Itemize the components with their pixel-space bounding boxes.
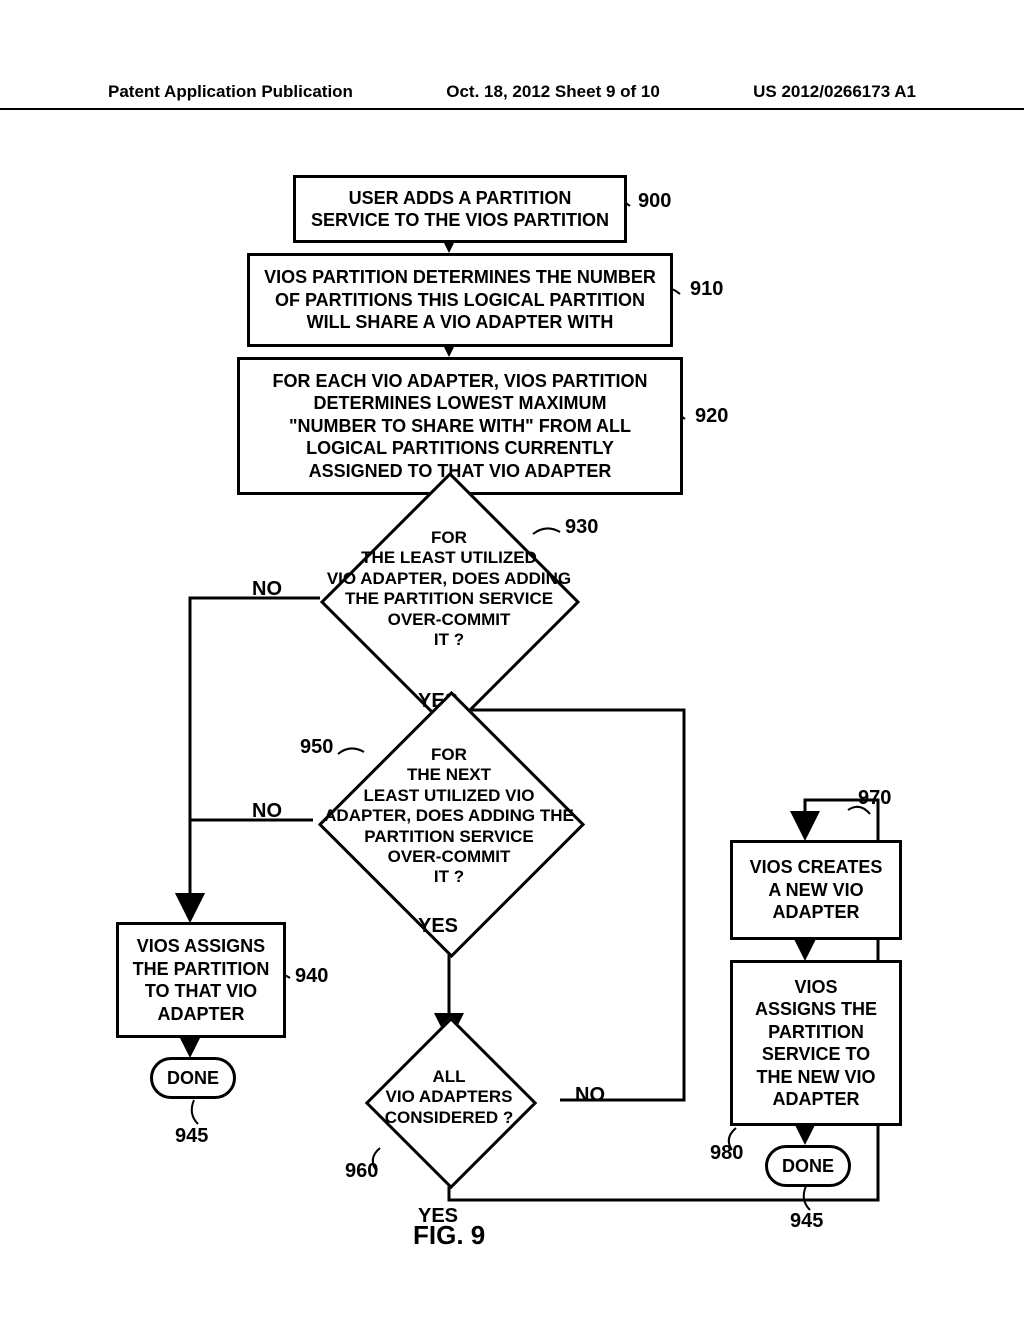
step-920: FOR EACH VIO ADAPTER, VIOS PARTITION DET… bbox=[237, 357, 683, 495]
ref-970: 970 bbox=[858, 787, 891, 810]
edge-950-yes: YES bbox=[418, 915, 458, 938]
ref-980: 980 bbox=[710, 1142, 743, 1165]
ref-910: 910 bbox=[690, 278, 723, 301]
terminator-done-right: DONE bbox=[765, 1145, 851, 1187]
header-left: Patent Application Publication bbox=[108, 82, 353, 102]
ref-945b: 945 bbox=[790, 1210, 823, 1233]
step-940: VIOS ASSIGNS THE PARTITION TO THAT VIO A… bbox=[116, 922, 286, 1038]
step-900: USER ADDS A PARTITION SERVICE TO THE VIO… bbox=[293, 175, 627, 243]
ref-945a: 945 bbox=[175, 1125, 208, 1148]
ref-900: 900 bbox=[638, 190, 671, 213]
edge-960-no: NO bbox=[575, 1084, 605, 1107]
edge-950-no: NO bbox=[252, 800, 282, 823]
ref-940: 940 bbox=[295, 965, 328, 988]
ref-950: 950 bbox=[300, 736, 333, 759]
step-910: VIOS PARTITION DETERMINES THE NUMBER OF … bbox=[247, 253, 673, 347]
ref-920: 920 bbox=[695, 405, 728, 428]
step-980: VIOS ASSIGNS THE PARTITION SERVICE TO TH… bbox=[730, 960, 902, 1126]
step-970: VIOS CREATES A NEW VIO ADAPTER bbox=[730, 840, 902, 940]
header-right: US 2012/0266173 A1 bbox=[753, 82, 916, 102]
figure-caption: FIG. 9 bbox=[413, 1220, 485, 1251]
edge-930-no: NO bbox=[252, 578, 282, 601]
ref-960: 960 bbox=[345, 1160, 378, 1183]
ref-930: 930 bbox=[565, 516, 598, 539]
header-center: Oct. 18, 2012 Sheet 9 of 10 bbox=[446, 82, 660, 102]
flowchart: USER ADDS A PARTITION SERVICE TO THE VIO… bbox=[0, 100, 1024, 1320]
terminator-done-left: DONE bbox=[150, 1057, 236, 1099]
